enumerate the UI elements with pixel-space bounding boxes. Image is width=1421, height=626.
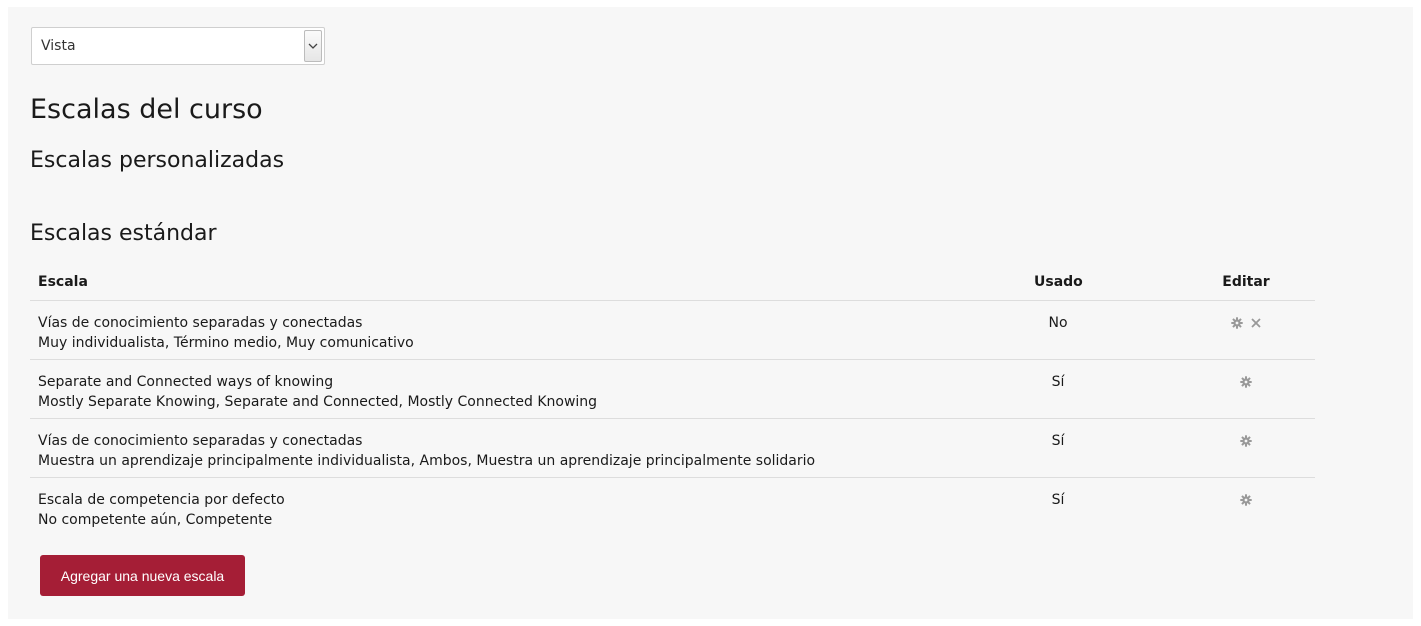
column-header-edit: Editar xyxy=(1222,274,1270,290)
gear-icon[interactable] xyxy=(1240,494,1252,506)
add-scale-button[interactable]: Agregar una nueva escala xyxy=(40,555,245,596)
scale-used: No xyxy=(1048,315,1068,331)
table-row: Vías de conocimiento separadas y conecta… xyxy=(30,419,1315,478)
scale-used: Sí xyxy=(1051,374,1065,390)
delete-icon[interactable] xyxy=(1250,317,1262,329)
gear-icon[interactable] xyxy=(1240,435,1252,447)
column-header-scale: Escala xyxy=(38,274,88,290)
edit-actions xyxy=(1216,433,1276,449)
scales-table: Escala Usado Editar Vías de conocimiento… xyxy=(30,266,1315,536)
edit-actions xyxy=(1216,492,1276,508)
table-header: Escala Usado Editar xyxy=(30,266,1315,301)
scale-name: Escala de competencia por defecto xyxy=(38,492,285,508)
edit-actions xyxy=(1216,315,1276,331)
view-select-value: Vista xyxy=(41,38,76,54)
chevron-down-icon[interactable] xyxy=(304,30,322,62)
table-row: Vías de conocimiento separadas y conecta… xyxy=(30,301,1315,360)
column-header-used: Usado xyxy=(1034,274,1083,290)
view-select[interactable]: Vista xyxy=(31,27,325,65)
content-panel: Vista Escalas del curso Escalas personal… xyxy=(8,7,1413,619)
page-title: Escalas del curso xyxy=(30,94,263,125)
scale-items: Muy individualista, Término medio, Muy c… xyxy=(38,335,414,351)
custom-scales-heading: Escalas personalizadas xyxy=(30,148,285,173)
gear-icon[interactable] xyxy=(1240,376,1252,388)
standard-scales-heading: Escalas estándar xyxy=(30,221,217,246)
gear-icon[interactable] xyxy=(1230,317,1243,329)
scale-items: No competente aún, Competente xyxy=(38,512,273,528)
scale-used: Sí xyxy=(1051,433,1065,449)
scale-name: Vías de conocimiento separadas y conecta… xyxy=(38,433,363,449)
table-row: Separate and Connected ways of knowing M… xyxy=(30,360,1315,419)
scale-name: Vías de conocimiento separadas y conecta… xyxy=(38,315,363,331)
scale-name: Separate and Connected ways of knowing xyxy=(38,374,334,390)
scale-items: Muestra un aprendizaje principalmente in… xyxy=(38,453,816,469)
scale-used: Sí xyxy=(1051,492,1065,508)
table-row: Escala de competencia por defecto No com… xyxy=(30,478,1315,536)
scale-items: Mostly Separate Knowing, Separate and Co… xyxy=(38,394,598,410)
edit-actions xyxy=(1216,374,1276,390)
